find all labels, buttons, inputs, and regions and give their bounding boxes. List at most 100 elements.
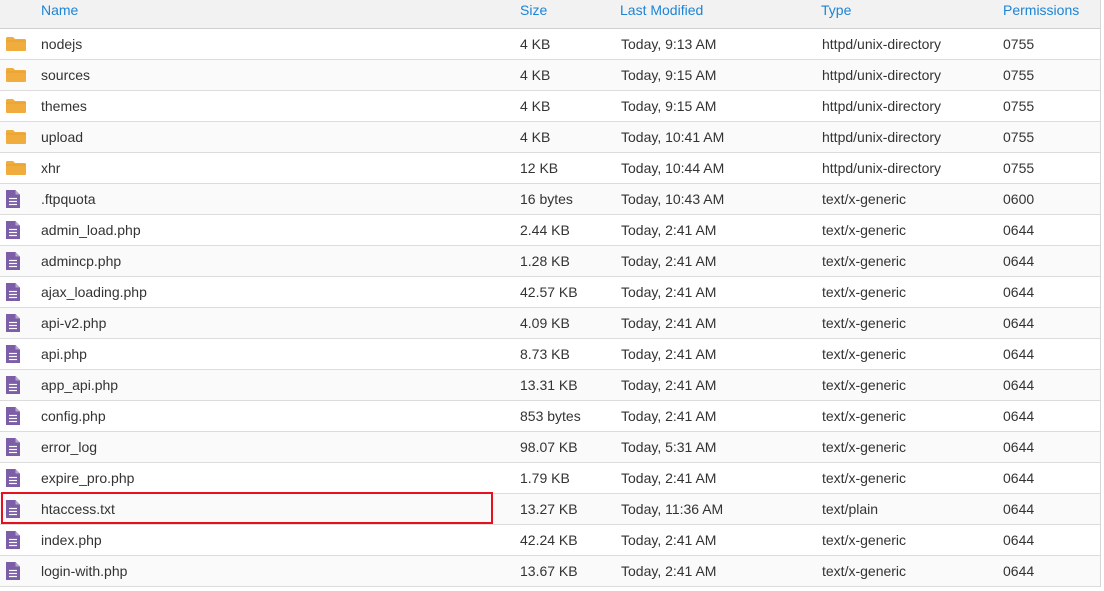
table-row[interactable]: app_api.php 13.31 KB Today, 2:41 AM text/x-… (0, 370, 1100, 401)
file-last-modified: Today, 9:15 AM (621, 98, 717, 114)
file-icon (5, 556, 27, 586)
table-row[interactable]: login-with.php 13.67 KB Today, 2:41 AM text… (0, 556, 1100, 587)
table-row[interactable]: sources 4 KB Today, 9:15 AM httpd/unix-dire… (0, 60, 1100, 91)
folder-icon (5, 122, 27, 152)
file-size: 13.67 KB (520, 563, 578, 579)
file-icon (5, 525, 27, 555)
file-name[interactable]: api.php (41, 339, 87, 369)
column-header-size[interactable]: Size (520, 2, 547, 18)
file-list-table: Name Size Last Modified Type Permissions… (0, 0, 1101, 587)
table-row[interactable]: themes 4 KB Today, 9:15 AM httpd/unix-direc… (0, 91, 1100, 122)
file-last-modified: Today, 2:41 AM (621, 315, 717, 331)
file-icon (5, 308, 27, 338)
file-last-modified: Today, 2:41 AM (621, 532, 717, 548)
table-row[interactable]: upload 4 KB Today, 10:41 AM httpd/unix-dire… (0, 122, 1100, 153)
file-name[interactable]: xhr (41, 153, 60, 183)
table-row[interactable]: api.php 8.73 KB Today, 2:41 AM text/x-gener… (0, 339, 1100, 370)
table-row[interactable]: .ftpquota 16 bytes Today, 10:43 AM text/x-g… (0, 184, 1100, 215)
file-last-modified: Today, 2:41 AM (621, 470, 717, 486)
file-size: 16 bytes (520, 191, 573, 207)
table-row[interactable]: xhr 12 KB Today, 10:44 AM httpd/unix-direct… (0, 153, 1100, 184)
file-name[interactable]: expire_pro.php (41, 463, 134, 493)
file-size: 12 KB (520, 160, 559, 176)
file-type: text/plain (822, 501, 879, 517)
file-size: 4 KB (520, 67, 551, 83)
file-last-modified: Today, 10:41 AM (621, 129, 725, 145)
file-name[interactable]: themes (41, 91, 87, 121)
file-name[interactable]: htaccess.txt (41, 494, 115, 524)
file-icon (5, 246, 27, 276)
file-permissions: 0755 (1003, 160, 1035, 176)
folder-icon (5, 60, 27, 90)
file-size: 42.24 KB (520, 532, 578, 548)
file-name[interactable]: .ftpquota (41, 184, 96, 214)
file-name[interactable]: sources (41, 60, 90, 90)
file-icon (5, 401, 27, 431)
file-name[interactable]: index.php (41, 525, 102, 555)
file-size: 853 bytes (520, 408, 581, 424)
file-type: httpd/unix-directory (822, 160, 942, 176)
file-type: text/x-generic (822, 191, 907, 207)
file-size: 4 KB (520, 36, 551, 52)
file-icon (5, 463, 27, 493)
file-name[interactable]: upload (41, 122, 83, 152)
table-row[interactable]: nodejs 4 KB Today, 9:13 AM httpd/unix-direc… (0, 29, 1100, 60)
file-type: text/x-generic (822, 563, 907, 579)
table-row[interactable]: error_log 98.07 KB Today, 5:31 AM text/x-ge… (0, 432, 1100, 463)
file-permissions: 0644 (1003, 284, 1035, 300)
file-type: text/x-generic (822, 532, 907, 548)
table-row[interactable]: expire_pro.php 1.79 KB Today, 2:41 AM text/… (0, 463, 1100, 494)
folder-icon (5, 29, 27, 59)
file-name[interactable]: error_log (41, 432, 97, 462)
file-icon (5, 432, 27, 462)
file-permissions: 0644 (1003, 222, 1035, 238)
file-permissions: 0644 (1003, 563, 1035, 579)
column-header-permissions[interactable]: Permissions (1003, 2, 1079, 18)
file-permissions: 0644 (1003, 501, 1035, 517)
file-icon (5, 339, 27, 369)
file-size: 4 KB (520, 98, 551, 114)
file-permissions: 0644 (1003, 408, 1035, 424)
file-permissions: 0755 (1003, 129, 1035, 145)
table-row[interactable]: ajax_loading.php 42.57 KB Today, 2:41 AM te… (0, 277, 1100, 308)
file-name[interactable]: admincp.php (41, 246, 121, 276)
file-type: httpd/unix-directory (822, 129, 942, 145)
file-icon (5, 215, 27, 245)
column-header-name[interactable]: Name (41, 2, 78, 18)
file-last-modified: Today, 9:13 AM (621, 36, 717, 52)
file-type: text/x-generic (822, 253, 907, 269)
file-name[interactable]: login-with.php (41, 556, 127, 586)
table-row[interactable]: admin_load.php 2.44 KB Today, 2:41 AM text/… (0, 215, 1100, 246)
file-name[interactable]: app_api.php (41, 370, 118, 400)
table-row[interactable]: admincp.php 1.28 KB Today, 2:41 AM text/x-g… (0, 246, 1100, 277)
file-permissions: 0644 (1003, 439, 1035, 455)
table-row[interactable]: htaccess.txt 13.27 KB Today, 11:36 AM text/… (0, 494, 1100, 525)
file-size: 1.79 KB (520, 470, 570, 486)
file-last-modified: Today, 2:41 AM (621, 377, 717, 393)
file-type: text/x-generic (822, 284, 907, 300)
file-last-modified: Today, 10:43 AM (621, 191, 725, 207)
file-size: 13.27 KB (520, 501, 578, 517)
column-header-last-modified[interactable]: Last Modified (620, 2, 703, 18)
column-header-type[interactable]: Type (821, 2, 851, 18)
table-row[interactable]: api-v2.php 4.09 KB Today, 2:41 AM text/x-ge… (0, 308, 1100, 339)
file-icon (5, 494, 27, 524)
file-name[interactable]: admin_load.php (41, 215, 141, 245)
table-row[interactable]: config.php 853 bytes Today, 2:41 AM text/x-… (0, 401, 1100, 432)
file-size: 98.07 KB (520, 439, 578, 455)
file-type: text/x-generic (822, 315, 907, 331)
file-last-modified: Today, 2:41 AM (621, 408, 717, 424)
file-icon (5, 370, 27, 400)
file-icon (5, 277, 27, 307)
file-size: 4.09 KB (520, 315, 570, 331)
file-type: httpd/unix-directory (822, 36, 942, 52)
table-header: Name Size Last Modified Type Permissions (0, 0, 1100, 29)
file-name[interactable]: api-v2.php (41, 308, 106, 338)
file-permissions: 0644 (1003, 346, 1035, 362)
file-name[interactable]: ajax_loading.php (41, 277, 147, 307)
table-row[interactable]: index.php 42.24 KB Today, 2:41 AM text/x-ge… (0, 525, 1100, 556)
file-name[interactable]: nodejs (41, 29, 82, 59)
file-permissions: 0644 (1003, 377, 1035, 393)
file-name[interactable]: config.php (41, 401, 106, 431)
file-last-modified: Today, 2:41 AM (621, 346, 717, 362)
